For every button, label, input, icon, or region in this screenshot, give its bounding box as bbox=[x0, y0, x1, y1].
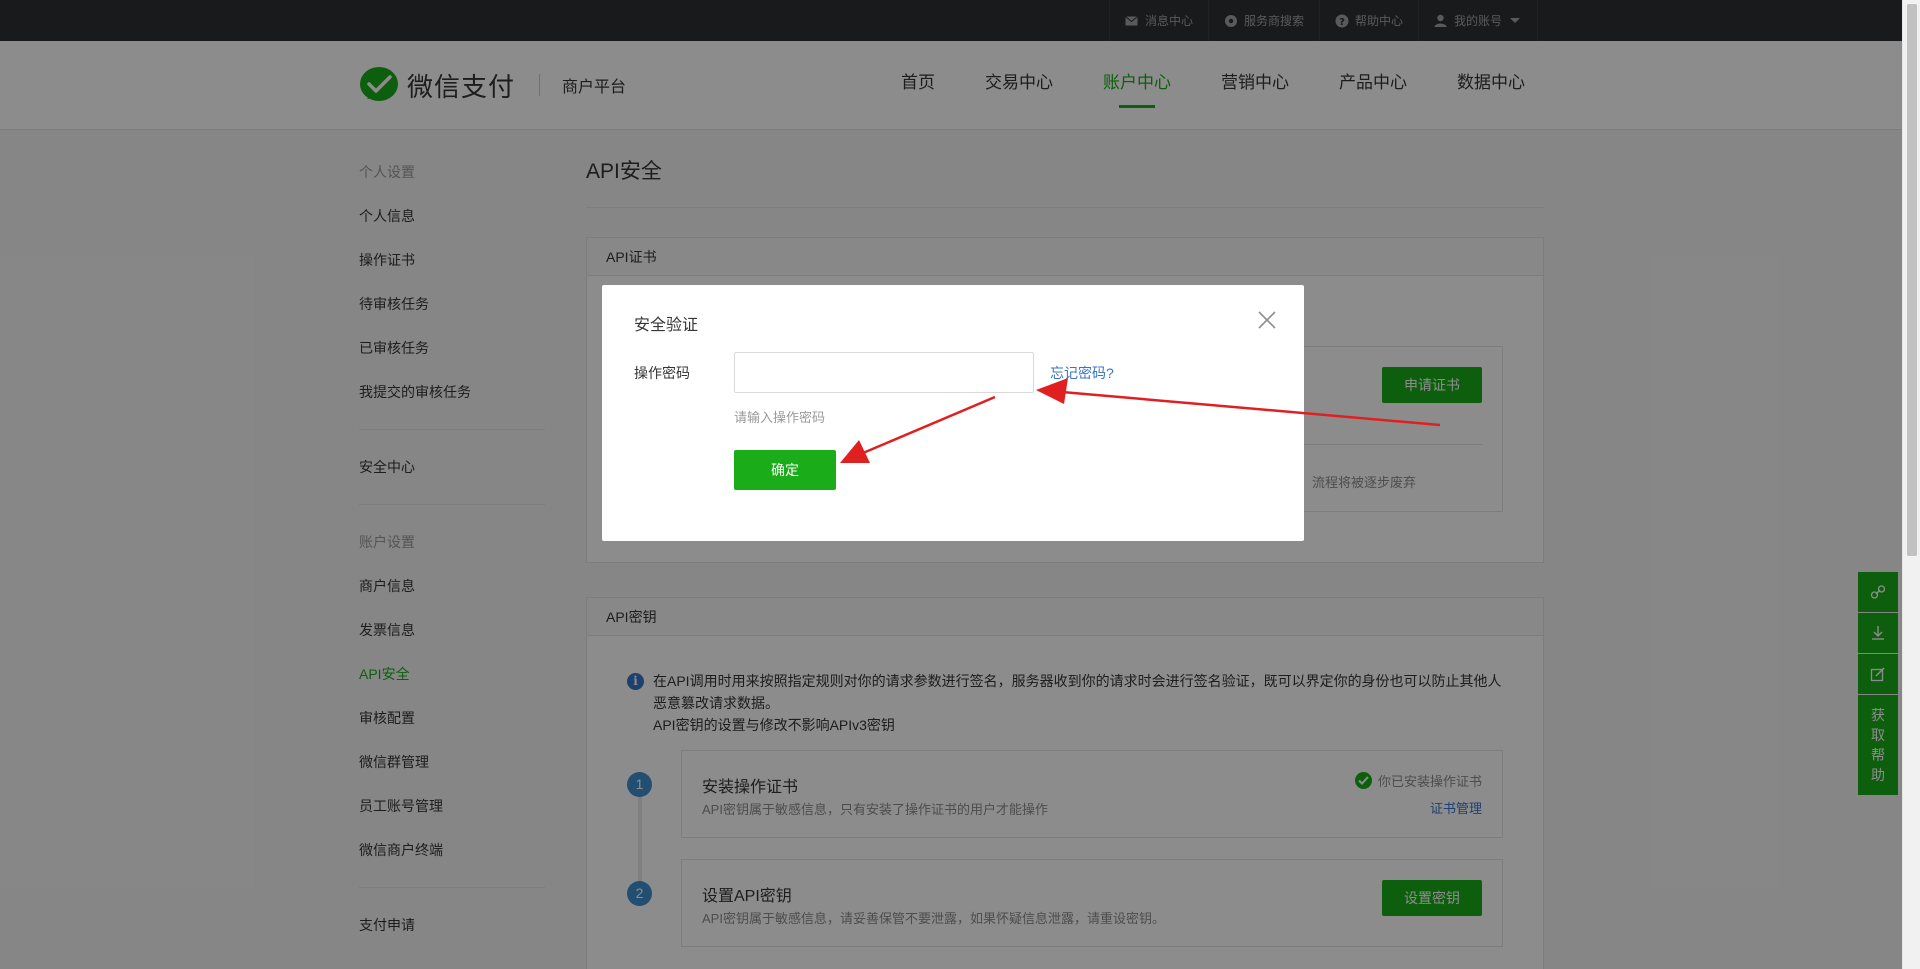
security-verify-dialog: 安全验证 操作密码 忘记密码? 请输入操作密码 确定 bbox=[602, 285, 1304, 541]
forgot-password-link[interactable]: 忘记密码? bbox=[1050, 363, 1114, 383]
page-scrollbar[interactable] bbox=[1902, 0, 1920, 969]
password-hint: 请输入操作密码 bbox=[734, 410, 826, 425]
operation-password-input[interactable] bbox=[734, 352, 1034, 393]
dialog-title: 安全验证 bbox=[634, 317, 699, 334]
password-label: 操作密码 bbox=[634, 365, 690, 381]
close-icon[interactable] bbox=[1256, 309, 1278, 331]
confirm-button[interactable]: 确定 bbox=[734, 450, 836, 490]
scrollbar-thumb[interactable] bbox=[1907, 4, 1917, 556]
